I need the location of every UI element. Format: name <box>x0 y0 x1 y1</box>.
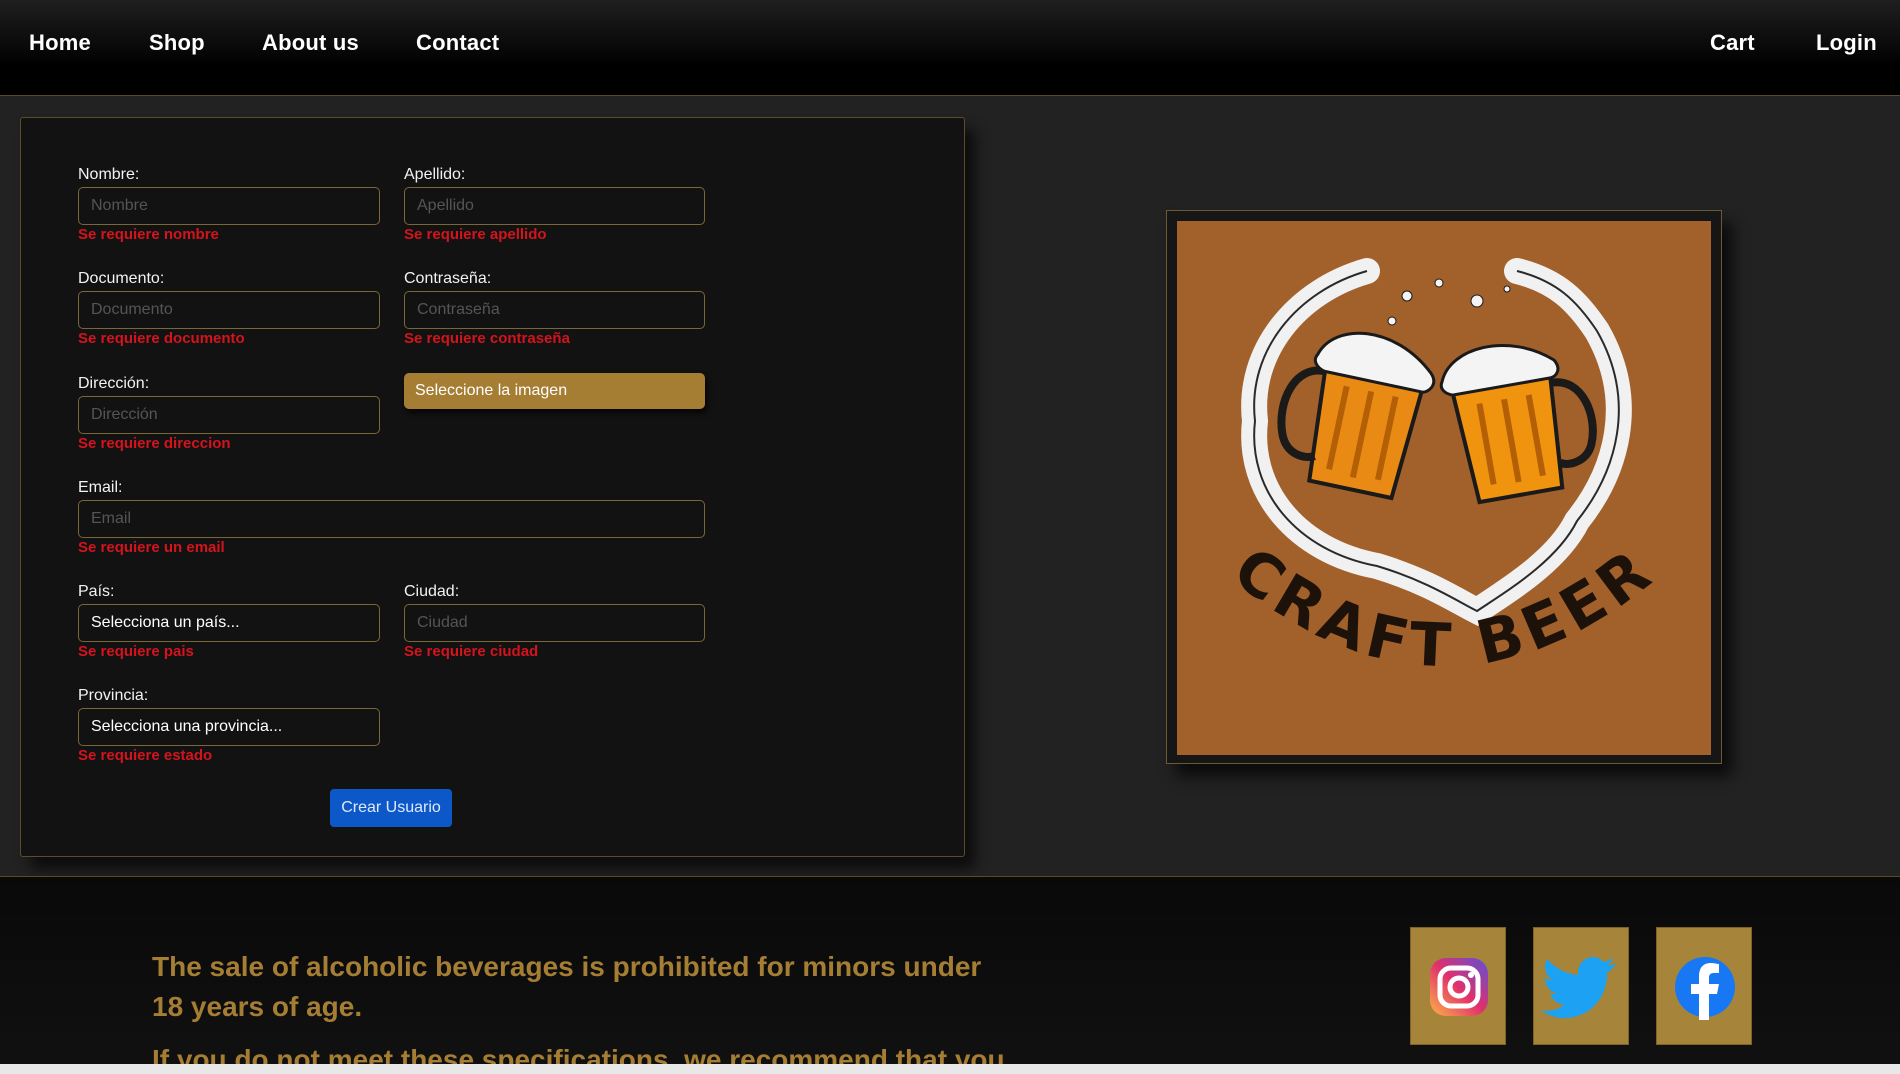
nav-cart-link[interactable]: Cart <box>1710 30 1755 56</box>
nombre-error: Se requiere nombre <box>78 226 219 243</box>
provincia-select[interactable]: Selecciona una provincia... <box>78 708 380 746</box>
nav-login-link[interactable]: Login <box>1816 30 1877 56</box>
contrasena-error: Se requiere contraseña <box>404 330 570 347</box>
email-label: Email: <box>78 479 123 496</box>
apellido-label: Apellido: <box>404 166 466 183</box>
beer-mugs-illustration: CRAFT BEER <box>1220 258 1662 682</box>
provincia-label: Provincia: <box>78 687 149 704</box>
facebook-link[interactable] <box>1656 927 1752 1045</box>
contrasena-label: Contraseña: <box>404 270 492 287</box>
documento-label: Documento: <box>78 270 165 287</box>
direccion-error: Se requiere direccion <box>78 435 231 452</box>
footer-warning-line1: The sale of alcoholic beverages is prohi… <box>152 951 982 982</box>
apellido-input[interactable]: Apellido <box>404 187 705 225</box>
contrasena-input[interactable]: Contraseña <box>404 291 705 329</box>
nombre-label: Nombre: <box>78 166 140 183</box>
pais-select[interactable]: Selecciona un país... <box>78 604 380 642</box>
logo-frame: CRAFT BEER <box>1166 210 1722 764</box>
documento-input[interactable]: Documento <box>78 291 380 329</box>
direccion-label: Dirección: <box>78 375 150 392</box>
twitter-link[interactable] <box>1533 927 1629 1045</box>
nav-about-link[interactable]: About us <box>262 30 359 56</box>
direccion-input[interactable]: Dirección <box>78 396 380 434</box>
craft-beer-logo: CRAFT BEER <box>1177 221 1711 755</box>
nav-home-link[interactable]: Home <box>29 30 91 56</box>
top-navbar: Home Shop About us Contact Cart Login <box>0 0 1900 96</box>
provincia-error: Se requiere estado <box>78 747 213 764</box>
ciudad-error: Se requiere ciudad <box>404 643 539 660</box>
ciudad-label: Ciudad: <box>404 583 460 600</box>
registration-form: Nombre: Nombre Se requiere nombre Apelli… <box>20 117 965 857</box>
twitter-icon <box>1541 957 1616 1018</box>
horizontal-scrollbar[interactable] <box>0 1064 1900 1074</box>
instagram-icon <box>1430 958 1488 1016</box>
pais-label: País: <box>78 583 115 600</box>
nav-shop-link[interactable]: Shop <box>149 30 205 56</box>
apellido-error: Se requiere apellido <box>404 226 547 243</box>
email-input[interactable]: Email <box>78 500 705 538</box>
select-image-button[interactable]: Seleccione la imagen <box>404 373 705 409</box>
create-user-button[interactable]: Crear Usuario <box>330 789 452 827</box>
ciudad-input[interactable]: Ciudad <box>404 604 705 642</box>
footer-warning-line2: 18 years of age. <box>152 991 363 1022</box>
instagram-link[interactable] <box>1410 927 1506 1045</box>
pais-error: Se requiere pais <box>78 643 194 660</box>
documento-error: Se requiere documento <box>78 330 245 347</box>
facebook-icon <box>1675 957 1735 1020</box>
nombre-input[interactable]: Nombre <box>78 187 380 225</box>
nav-contact-link[interactable]: Contact <box>416 30 499 56</box>
email-error: Se requiere un email <box>78 539 225 556</box>
